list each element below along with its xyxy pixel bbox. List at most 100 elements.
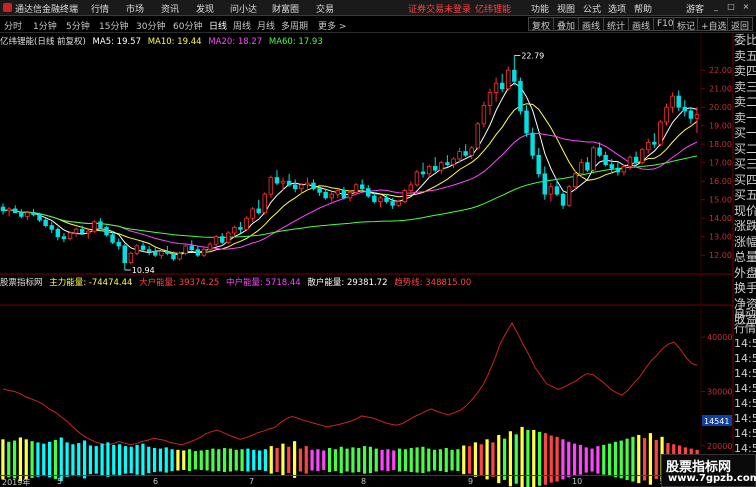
date-label: 5 (57, 477, 63, 486)
candle-body (597, 147, 602, 156)
candle-body (280, 180, 286, 184)
tick-time: 14:50 (734, 337, 756, 350)
candle-body (159, 251, 164, 256)
candle-body (627, 156, 633, 167)
candle-body (219, 236, 225, 243)
candle-body (670, 95, 675, 108)
candle-body (414, 171, 420, 186)
quote-field-label: 卖二 (734, 95, 756, 109)
candle-body (201, 249, 207, 256)
quote-field-label: 买三 (734, 157, 756, 171)
candle-body (408, 184, 414, 191)
candle-body (603, 154, 608, 165)
high-price-label: 22.79 (521, 52, 544, 61)
quote-field-label: 买二 (734, 141, 756, 156)
quote-field-label: 卖五 (734, 48, 756, 63)
candle-body (493, 82, 499, 93)
candle-body (585, 162, 590, 171)
retail-energy: 散户能量: 29381.72 (307, 278, 388, 288)
candle-body (329, 193, 334, 199)
trend-line (2, 321, 698, 446)
candle-body (646, 141, 651, 151)
candle-body (110, 234, 115, 243)
candle-body (481, 104, 487, 125)
candle-body (694, 114, 700, 119)
candle-body (341, 190, 347, 199)
quote-field-label: 外盘 (734, 265, 756, 280)
quote-field-label: 卖一 (734, 110, 756, 125)
kline-chart[interactable]: 40000 30000 20000 14541 22.00 21.00 20.00 19.0… (0, 0, 756, 487)
candle-body (67, 232, 73, 239)
quote-field-label: 买四 (734, 172, 756, 187)
candle-body (396, 201, 401, 206)
candle-body (86, 230, 91, 234)
candle-body (572, 173, 578, 188)
quote-field-label: 委比 (734, 33, 756, 47)
candle-body (384, 197, 389, 202)
indicator-info: 股票指标网 主力能量: -74474.44 大户能量: 39374.25 中户能… (0, 276, 475, 288)
candle-body (122, 245, 128, 263)
date-label: 7 (249, 477, 255, 486)
candle-body (19, 212, 24, 217)
candle-body (682, 106, 688, 112)
candle-body (305, 182, 310, 186)
candle-body (591, 147, 596, 171)
watermark-url: www.7gpzb.com (668, 473, 756, 484)
tick-panel-header: 行情 (734, 322, 756, 335)
candles[interactable] (0, 55, 700, 270)
candle-body (633, 156, 639, 164)
candle-body (79, 228, 85, 234)
candle-body (542, 173, 548, 195)
candle-body (390, 201, 395, 206)
candle-body (664, 106, 669, 123)
candle-body (12, 208, 18, 214)
candle-body (183, 245, 188, 254)
tick-time: 14:50 (734, 412, 756, 425)
candle-body (292, 184, 298, 189)
quote-field-label: 卖四 (734, 64, 756, 78)
candle-body (6, 208, 12, 212)
candle-body (25, 212, 30, 217)
candle-body (451, 158, 456, 165)
main-force-energy: 主力能量: -74474.44 (49, 278, 133, 288)
candle-body (560, 193, 566, 206)
candle-body (621, 165, 627, 173)
candle-body (256, 208, 261, 214)
candle-body (347, 191, 353, 199)
candle-body (469, 147, 474, 156)
site-watermark: 股票指标网 www.7gpzb.com (661, 454, 756, 487)
chart-title: 亿纬锂能(日线 前复权) (0, 37, 86, 47)
candle-body (676, 95, 681, 108)
candle-body (140, 245, 146, 251)
candle-body (274, 177, 280, 184)
indicator-name[interactable]: 股票指标网 (0, 278, 43, 288)
price-tick-label: 20.00 (709, 103, 732, 112)
candle-body (189, 245, 194, 251)
candle-body (43, 219, 48, 227)
tick-time: 14:50 (734, 382, 756, 395)
candle-body (116, 241, 121, 247)
candle-body (445, 162, 450, 165)
candle-body (171, 252, 176, 260)
candle-body (92, 221, 97, 232)
candle-body (548, 186, 554, 195)
candle-body (232, 227, 237, 234)
candle-body (323, 191, 328, 199)
candle-body (177, 252, 182, 260)
candle-body (134, 245, 140, 254)
date-label: 6 (153, 477, 159, 486)
candle-body (104, 227, 109, 236)
indicator-tick-label: 40000 (707, 333, 732, 342)
candle-body (639, 149, 645, 164)
candle-body (335, 190, 341, 195)
date-label: 9 (468, 477, 474, 486)
main-chart-info: 亿纬锂能(日线 前复权) MA5: 19.57 MA10: 19.44 MA20… (0, 35, 327, 47)
candle-body (475, 123, 481, 149)
candle-body (506, 69, 511, 90)
candle-body (530, 132, 535, 156)
candle-body (195, 249, 201, 256)
indicator-tick-label: 20000 (707, 442, 732, 451)
candle-body (213, 236, 219, 245)
tick-time: 14:50 (734, 367, 756, 380)
candle-body (378, 197, 383, 202)
